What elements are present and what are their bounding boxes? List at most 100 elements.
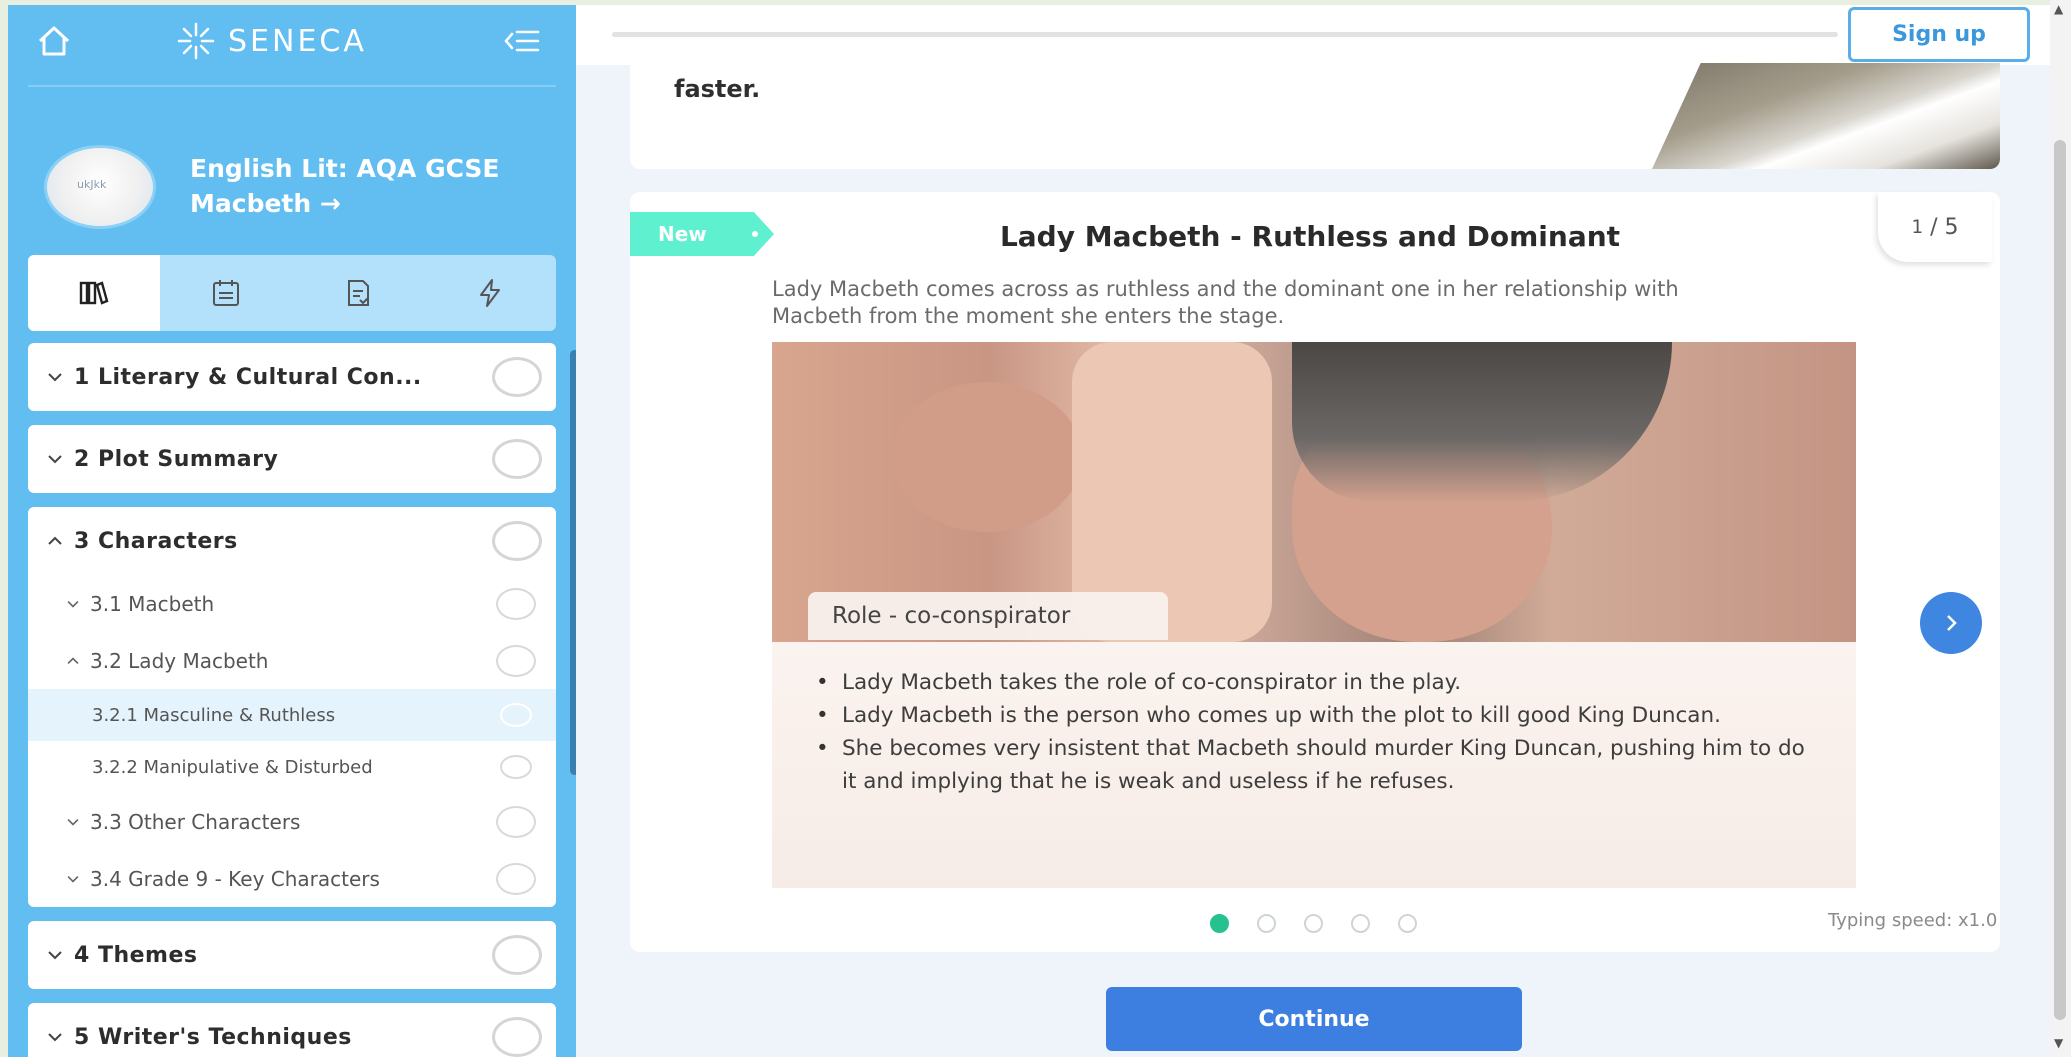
subsection-3-2[interactable]: 3.2 Lady Macbeth: [28, 632, 556, 689]
seneca-logo-icon: [177, 22, 215, 60]
seneca-logo-text: SENECA: [228, 23, 367, 59]
chevron-down-icon: [67, 600, 79, 608]
section-header[interactable]: 1 Literary & Cultural Con...: [28, 343, 556, 411]
tab-calendar[interactable]: [160, 255, 292, 331]
subsection-label: 3.1 Macbeth: [90, 591, 215, 616]
progress-circle: [492, 439, 542, 479]
page-scrollbar[interactable]: ▲ ▼: [2050, 0, 2071, 1057]
subsection-3-2-2[interactable]: 3.2.2 Manipulative & Disturbed: [28, 741, 556, 793]
section-label: 2 Plot Summary: [74, 446, 279, 472]
new-badge-label: New: [658, 222, 707, 246]
section-header[interactable]: 3 Characters: [28, 507, 556, 575]
tab-assignments[interactable]: [292, 255, 424, 331]
section-4[interactable]: 4 Themes: [28, 921, 556, 989]
previous-card: faster.: [630, 63, 2000, 169]
section-header[interactable]: 5 Writer's Techniques: [28, 1003, 556, 1057]
typing-speed[interactable]: Typing speed: x1.0: [1828, 910, 1997, 931]
photo-shape: [892, 382, 1082, 532]
section-label: 5 Writer's Techniques: [74, 1024, 352, 1050]
section-5[interactable]: 5 Writer's Techniques: [28, 1003, 556, 1057]
main-content: Sign up faster. New 1 / 5 Lady Macbeth -…: [576, 5, 2050, 1057]
chevron-down-icon: [48, 951, 62, 960]
slide-dot[interactable]: [1257, 914, 1276, 933]
slide-dot[interactable]: [1351, 914, 1370, 933]
next-slide-button[interactable]: [1920, 592, 1982, 654]
progress-circle: [492, 357, 542, 397]
subsection-3-4[interactable]: 3.4 Grade 9 - Key Characters: [28, 850, 556, 907]
cat-image: [1652, 63, 2000, 169]
course-avatar: ukJkk: [44, 145, 156, 229]
progress-circle: [496, 587, 536, 620]
progress-circle: [500, 703, 532, 727]
course-avatar-text: ukJkk: [77, 178, 107, 191]
scroll-up-icon[interactable]: ▲: [2054, 2, 2063, 16]
slide-dot[interactable]: [1398, 914, 1417, 933]
sign-up-button[interactable]: Sign up: [1848, 7, 2030, 62]
chevron-right-icon: [1947, 615, 1957, 631]
continue-button[interactable]: Continue: [1106, 987, 1522, 1051]
previous-card-text: faster.: [674, 75, 761, 103]
bullet-item: She becomes very insistent that Macbeth …: [810, 732, 1820, 798]
chevron-up-icon: [48, 536, 62, 545]
progress-circle: [496, 862, 536, 895]
scroll-down-icon[interactable]: ▼: [2054, 1036, 2063, 1050]
bullet-item: Lady Macbeth takes the role of co-conspi…: [810, 666, 1820, 699]
sidebar-divider: [28, 85, 556, 87]
progress-circle: [496, 805, 536, 838]
page-counter: 1 / 5: [1878, 192, 1992, 262]
section-header[interactable]: 4 Themes: [28, 921, 556, 989]
home-icon[interactable]: [34, 21, 74, 61]
bullet-panel: Lady Macbeth takes the role of co-conspi…: [772, 642, 1856, 888]
chevron-down-icon: [67, 818, 79, 826]
library-icon: [79, 281, 109, 305]
bullet-list: Lady Macbeth takes the role of co-conspi…: [810, 666, 1820, 798]
page-current: 1: [1911, 216, 1924, 238]
section-1[interactable]: 1 Literary & Cultural Con...: [28, 343, 556, 411]
card-description: Lady Macbeth comes across as ruthless an…: [772, 277, 1679, 328]
section-3[interactable]: 3 Characters 3.1 Macbeth 3.2 Lady Macbet…: [28, 507, 556, 907]
subsection-label: 3.2 Lady Macbeth: [90, 648, 269, 673]
calendar-icon: [213, 280, 239, 306]
subsection-3-3[interactable]: 3.3 Other Characters: [28, 793, 556, 850]
progress-circle: [492, 521, 542, 561]
session-progress-bar: [612, 32, 1838, 37]
tab-quick-review[interactable]: [424, 255, 556, 331]
new-badge: New: [630, 212, 774, 256]
card-title: Lady Macbeth - Ruthless and Dominant: [999, 220, 1621, 253]
course-header[interactable]: ukJkk English Lit: AQA GCSE Macbeth →: [44, 137, 556, 233]
assignment-icon: [348, 280, 369, 306]
subsection-3-2-1[interactable]: 3.2.1 Masculine & Ruthless: [28, 689, 556, 741]
photo-shape: [1292, 342, 1672, 502]
chevron-down-icon: [48, 373, 62, 382]
concept-card: New 1 / 5 Lady Macbeth - Ruthless and Do…: [630, 192, 2000, 952]
chevron-down-icon: [48, 1033, 62, 1042]
chevron-down-icon: [48, 455, 62, 464]
seneca-logo[interactable]: SENECA: [176, 19, 367, 63]
tab-library[interactable]: [28, 255, 160, 331]
slide-dots: [1210, 914, 1417, 933]
slide-dot[interactable]: [1210, 914, 1229, 933]
page-separator: /: [1923, 214, 1945, 240]
section-2[interactable]: 2 Plot Summary: [28, 425, 556, 493]
section-header[interactable]: 2 Plot Summary: [28, 425, 556, 493]
lightning-icon: [480, 279, 500, 307]
role-label: Role - co-conspirator: [808, 592, 1168, 640]
scroll-thumb[interactable]: [2054, 140, 2066, 1020]
subsection-3-1[interactable]: 3.1 Macbeth: [28, 575, 556, 632]
progress-circle: [496, 644, 536, 677]
course-title-link[interactable]: English Lit: AQA GCSE Macbeth →: [190, 151, 550, 221]
collapse-sidebar-icon[interactable]: [502, 23, 542, 59]
bullet-item: Lady Macbeth is the person who comes up …: [810, 699, 1820, 732]
progress-circle: [500, 755, 532, 779]
subsection-label: 3.2.1 Masculine & Ruthless: [92, 704, 336, 726]
top-bar: Sign up: [576, 5, 2050, 65]
badge-dot: [752, 231, 758, 237]
subsection-label: 3.2.2 Manipulative & Disturbed: [92, 756, 373, 778]
sidebar: SENECA ukJkk English Lit: AQA GCSE Macbe…: [8, 5, 576, 1057]
progress-circle: [492, 935, 542, 975]
progress-circle: [492, 1017, 542, 1057]
page-total: 5: [1944, 214, 1959, 240]
subsection-label: 3.3 Other Characters: [90, 809, 301, 834]
slide-dot[interactable]: [1304, 914, 1323, 933]
section-label: 4 Themes: [74, 942, 198, 968]
